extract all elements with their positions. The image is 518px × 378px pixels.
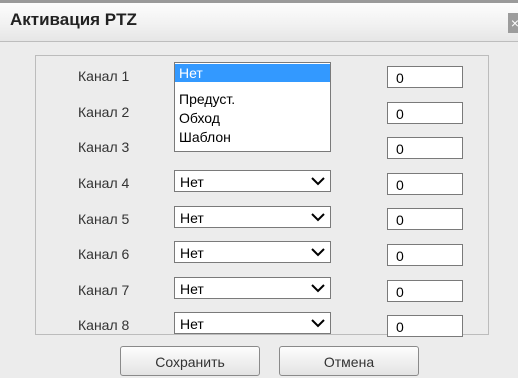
- channel-8-value-input[interactable]: 0: [387, 315, 463, 337]
- channel-1-value-input[interactable]: 0: [387, 66, 463, 88]
- channel-label: Канал 7: [78, 282, 130, 298]
- chevron-down-icon: [311, 284, 325, 293]
- ptz-activation-dialog: Активация PTZ × Канал 1 0 Канал 2 0 Кана…: [0, 0, 518, 378]
- channel-label: Канал 3: [78, 139, 130, 155]
- channel-2-value-input[interactable]: 0: [387, 102, 463, 124]
- channel-label: Канал 8: [78, 317, 130, 333]
- dialog-title: Активация PTZ: [10, 10, 137, 29]
- channel-4-mode-select[interactable]: Нет: [174, 170, 331, 192]
- chevron-down-icon: [311, 177, 325, 186]
- channel-value: 0: [396, 212, 404, 228]
- channel-5-value-input[interactable]: 0: [387, 208, 463, 230]
- channel-label: Канал 4: [78, 175, 130, 191]
- channel-5-mode-select[interactable]: Нет: [174, 206, 331, 228]
- channel-3-value-input[interactable]: 0: [387, 137, 463, 159]
- channel-6-mode-select[interactable]: Нет: [174, 241, 331, 263]
- channel-value: 0: [396, 177, 404, 193]
- channel-label: Канал 1: [78, 68, 130, 84]
- channel-4-value-input[interactable]: 0: [387, 173, 463, 195]
- select-value: Нет: [180, 174, 204, 190]
- dropdown-option-preset[interactable]: Предуст.: [175, 90, 330, 108]
- channel-label: Канал 5: [78, 211, 130, 227]
- close-icon[interactable]: ×: [508, 13, 518, 33]
- channel-value: 0: [396, 284, 404, 300]
- mode-dropdown-list[interactable]: Нет Предуст. Обход Шаблон: [174, 62, 331, 152]
- dropdown-option-none[interactable]: Нет: [175, 64, 330, 82]
- channel-8-mode-select[interactable]: Нет: [174, 312, 331, 334]
- select-value: Нет: [180, 245, 204, 261]
- dropdown-option-pattern[interactable]: Шаблон: [175, 128, 330, 146]
- channel-label: Канал 2: [78, 104, 130, 120]
- titlebar-top-border: [0, 0, 518, 3]
- channel-label: Канал 6: [78, 246, 130, 262]
- dropdown-option-tour[interactable]: Обход: [175, 109, 330, 127]
- channel-7-value-input[interactable]: 0: [387, 280, 463, 302]
- channel-value: 0: [396, 70, 404, 86]
- select-value: Нет: [180, 210, 204, 226]
- chevron-down-icon: [311, 248, 325, 257]
- channel-value: 0: [396, 141, 404, 157]
- save-button[interactable]: Сохранить: [120, 346, 260, 376]
- chevron-down-icon: [311, 213, 325, 222]
- channel-value: 0: [396, 106, 404, 122]
- chevron-down-icon: [311, 319, 325, 328]
- channel-6-value-input[interactable]: 0: [387, 244, 463, 266]
- channel-value: 0: [396, 248, 404, 264]
- cancel-button[interactable]: Отмена: [279, 346, 419, 376]
- dialog-titlebar: Активация PTZ ×: [0, 0, 518, 42]
- select-value: Нет: [180, 281, 204, 297]
- channel-7-mode-select[interactable]: Нет: [174, 277, 331, 299]
- select-value: Нет: [180, 316, 204, 332]
- channel-value: 0: [396, 319, 404, 335]
